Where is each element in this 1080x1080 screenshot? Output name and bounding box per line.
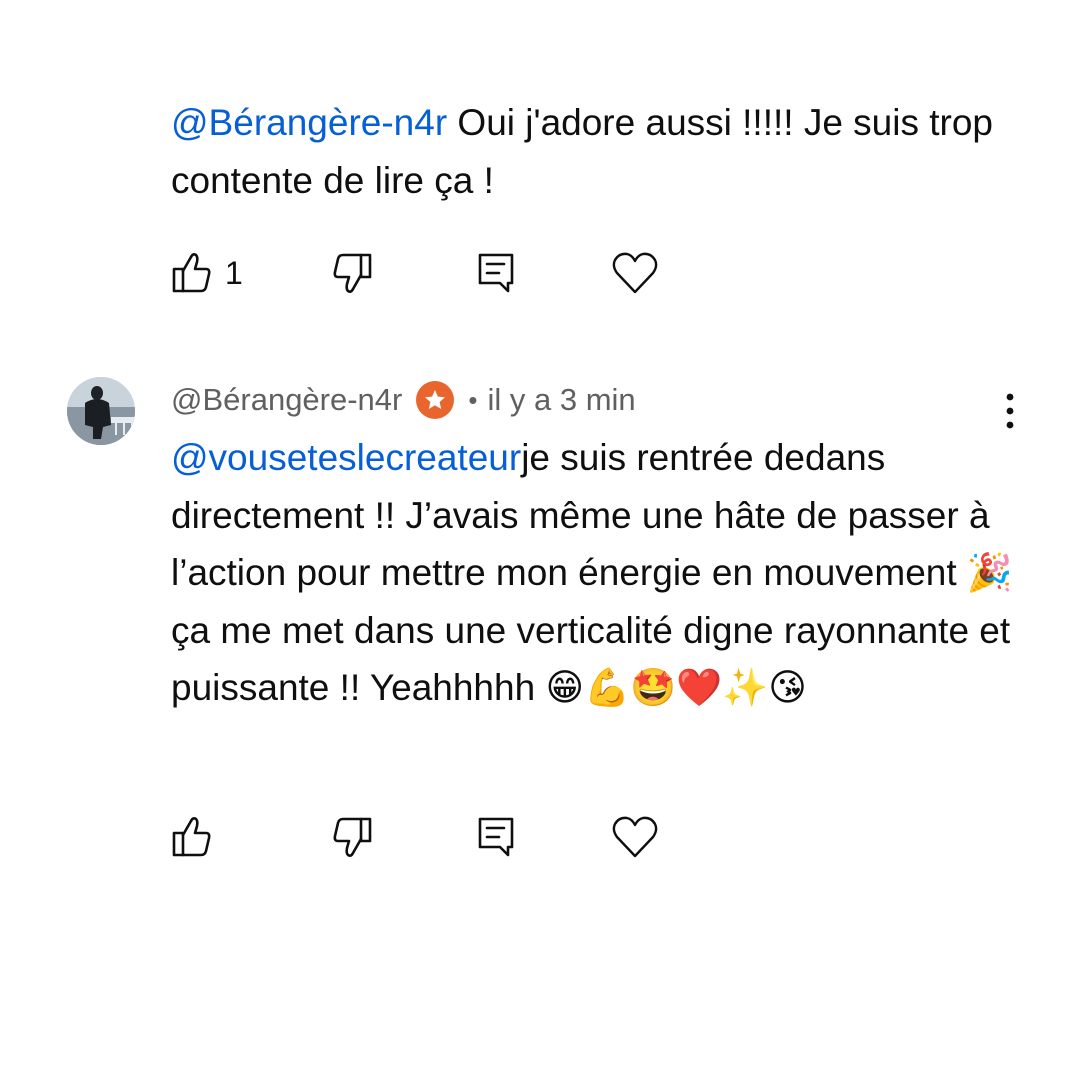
timestamp[interactable]: il y a 3 min [487, 382, 635, 418]
comment-action-bar [171, 812, 691, 862]
comment-body: @vouseteslecreateurje suis rentrée dedan… [171, 429, 1021, 717]
reply-comment-icon [476, 251, 516, 295]
author-handle[interactable]: @Bérangère-n4r [171, 382, 402, 418]
party-popper-emoji: 🎉 [966, 551, 1013, 594]
avatar[interactable] [67, 377, 135, 445]
reply-button[interactable] [476, 248, 516, 298]
dislike-button[interactable] [331, 248, 373, 298]
more-options-button[interactable] [996, 392, 1024, 432]
mention-link[interactable]: @vouseteslecreateur [171, 437, 521, 478]
comment-action-bar: 1 [171, 248, 691, 298]
comment-meta: @Bérangère-n4r • il y a 3 min [171, 378, 636, 422]
thumbs-down-icon [331, 815, 373, 859]
heart-icon [611, 251, 659, 295]
mention-link[interactable]: @Bérangère-n4r [171, 102, 447, 143]
reply-comment-icon [476, 815, 516, 859]
emoji-sequence: 😁💪🤩❤️✨😘 [545, 666, 807, 709]
thumbs-up-icon [171, 251, 213, 295]
comment-body: @Bérangère-n4r Oui j'adore aussi !!!!! J… [171, 94, 1021, 209]
heart-icon [611, 815, 659, 859]
like-count: 1 [225, 254, 243, 291]
creator-star-badge-icon [416, 381, 455, 419]
like-button[interactable] [171, 812, 225, 862]
dislike-button[interactable] [331, 812, 373, 862]
thumbs-up-icon [171, 815, 213, 859]
separator-dot: • [468, 384, 478, 415]
thumbs-down-icon [331, 251, 373, 295]
heart-button[interactable] [611, 812, 659, 862]
like-button[interactable]: 1 [171, 248, 243, 298]
reply-button[interactable] [476, 812, 516, 862]
heart-button[interactable] [611, 248, 659, 298]
